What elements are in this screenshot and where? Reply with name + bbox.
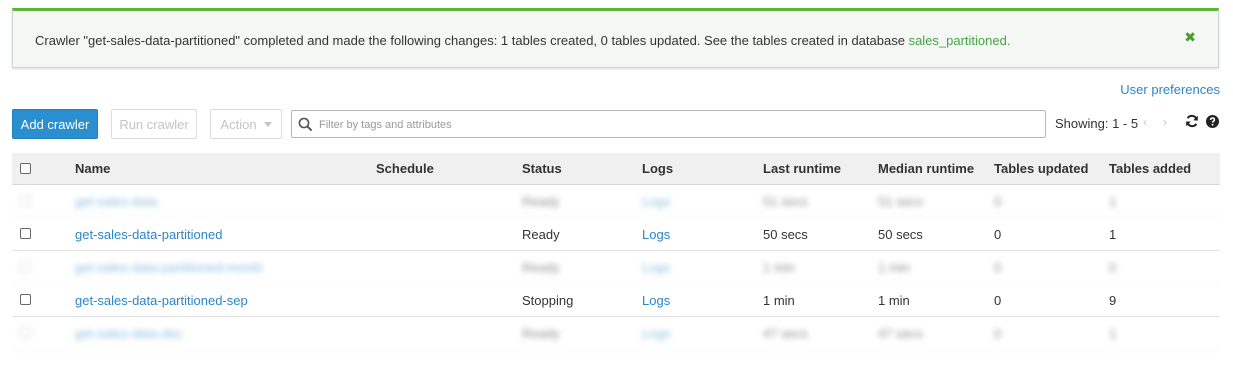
logs-link[interactable]: Logs: [642, 326, 670, 341]
tables-added-cell: 1: [1109, 227, 1117, 242]
median-runtime-cell: 47 secs: [878, 326, 923, 341]
status-cell: Ready: [522, 227, 560, 242]
action-label: Action: [220, 116, 257, 132]
add-crawler-button[interactable]: Add crawler: [12, 109, 98, 139]
row-checkbox[interactable]: [20, 294, 31, 305]
success-banner: Crawler "get-sales-data-partitioned" com…: [12, 8, 1219, 68]
row-checkbox[interactable]: [20, 327, 31, 338]
tables-added-cell: 0: [1109, 260, 1117, 275]
header-tables-updated[interactable]: Tables updated: [994, 161, 1088, 176]
crawler-name-link[interactable]: get-sales-data-partitioned-month: [75, 260, 263, 275]
crawler-name-link[interactable]: get-sales-data-dec: [75, 326, 183, 341]
last-runtime-cell: 1 min: [763, 260, 795, 275]
logs-link[interactable]: Logs: [642, 293, 670, 308]
showing-count: Showing: 1 - 5: [1055, 116, 1139, 131]
row-checkbox[interactable]: [20, 261, 31, 272]
tables-added-cell: 9: [1109, 293, 1117, 308]
tables-updated-cell: 0: [994, 227, 1002, 242]
median-runtime-cell: 1 min: [878, 260, 910, 275]
caret-down-icon: [263, 121, 272, 127]
table-row[interactable]: get-sales-data Ready Logs 51 secs 51 sec…: [12, 185, 1220, 218]
status-cell: Ready: [522, 326, 560, 341]
previous-page-icon[interactable]: ‹: [1143, 115, 1147, 129]
filter-field[interactable]: [291, 110, 1046, 138]
row-checkbox[interactable]: [20, 228, 31, 239]
status-cell: Ready: [522, 260, 560, 275]
header-schedule[interactable]: Schedule: [376, 161, 434, 176]
header-median-runtime[interactable]: Median runtime: [878, 161, 974, 176]
next-page-icon[interactable]: ›: [1163, 115, 1167, 129]
logs-link[interactable]: Logs: [642, 227, 670, 242]
database-link[interactable]: sales_partitioned.: [909, 33, 1011, 48]
filter-input[interactable]: [317, 114, 1041, 136]
tables-added-cell: 1: [1109, 194, 1117, 209]
banner-message: Crawler "get-sales-data-partitioned" com…: [35, 33, 1010, 48]
status-cell: Stopping: [522, 293, 574, 308]
tables-updated-cell: 0: [994, 194, 1002, 209]
crawler-name-link[interactable]: get-sales-data-partitioned: [75, 227, 222, 242]
last-runtime-cell: 50 secs: [763, 227, 808, 242]
crawlers-table: Name Schedule Status Logs Last runtime M…: [12, 153, 1220, 350]
logs-link[interactable]: Logs: [642, 260, 670, 275]
table-header: Name Schedule Status Logs Last runtime M…: [12, 153, 1220, 185]
action-dropdown[interactable]: Action: [210, 109, 282, 139]
header-last-runtime[interactable]: Last runtime: [763, 161, 841, 176]
tables-updated-cell: 0: [994, 260, 1002, 275]
refresh-icon[interactable]: [1185, 114, 1199, 128]
user-preferences-link[interactable]: User preferences: [1120, 82, 1220, 97]
logs-link[interactable]: Logs: [642, 194, 670, 209]
table-row[interactable]: get-sales-data-dec Ready Logs 47 secs 47…: [12, 317, 1220, 350]
median-runtime-cell: 1 min: [878, 293, 910, 308]
table-row[interactable]: get-sales-data-partitioned-month Ready L…: [12, 251, 1220, 284]
median-runtime-cell: 50 secs: [878, 227, 923, 242]
table-row[interactable]: get-sales-data-partitioned-sep Stopping …: [12, 284, 1220, 317]
banner-message-text: Crawler "get-sales-data-partitioned" com…: [35, 33, 909, 48]
tables-updated-cell: 0: [994, 293, 1002, 308]
tables-updated-cell: 0: [994, 326, 1002, 341]
last-runtime-cell: 47 secs: [763, 326, 808, 341]
table-row[interactable]: get-sales-data-partitioned Ready Logs 50…: [12, 218, 1220, 251]
header-tables-added[interactable]: Tables added: [1109, 161, 1191, 176]
header-logs[interactable]: Logs: [642, 161, 673, 176]
search-icon: [298, 117, 313, 132]
row-checkbox[interactable]: [20, 195, 31, 206]
last-runtime-cell: 1 min: [763, 293, 795, 308]
header-name[interactable]: Name: [75, 161, 110, 176]
help-icon[interactable]: [1206, 115, 1219, 128]
close-icon[interactable]: ✖: [1184, 29, 1196, 46]
header-status[interactable]: Status: [522, 161, 562, 176]
tables-added-cell: 1: [1109, 326, 1117, 341]
select-all-checkbox[interactable]: [20, 163, 31, 174]
crawler-name-link[interactable]: get-sales-data: [75, 194, 157, 209]
status-cell: Ready: [522, 194, 560, 209]
run-crawler-button[interactable]: Run crawler: [111, 109, 197, 139]
median-runtime-cell: 51 secs: [878, 194, 923, 209]
crawler-name-link[interactable]: get-sales-data-partitioned-sep: [75, 293, 248, 308]
last-runtime-cell: 51 secs: [763, 194, 808, 209]
